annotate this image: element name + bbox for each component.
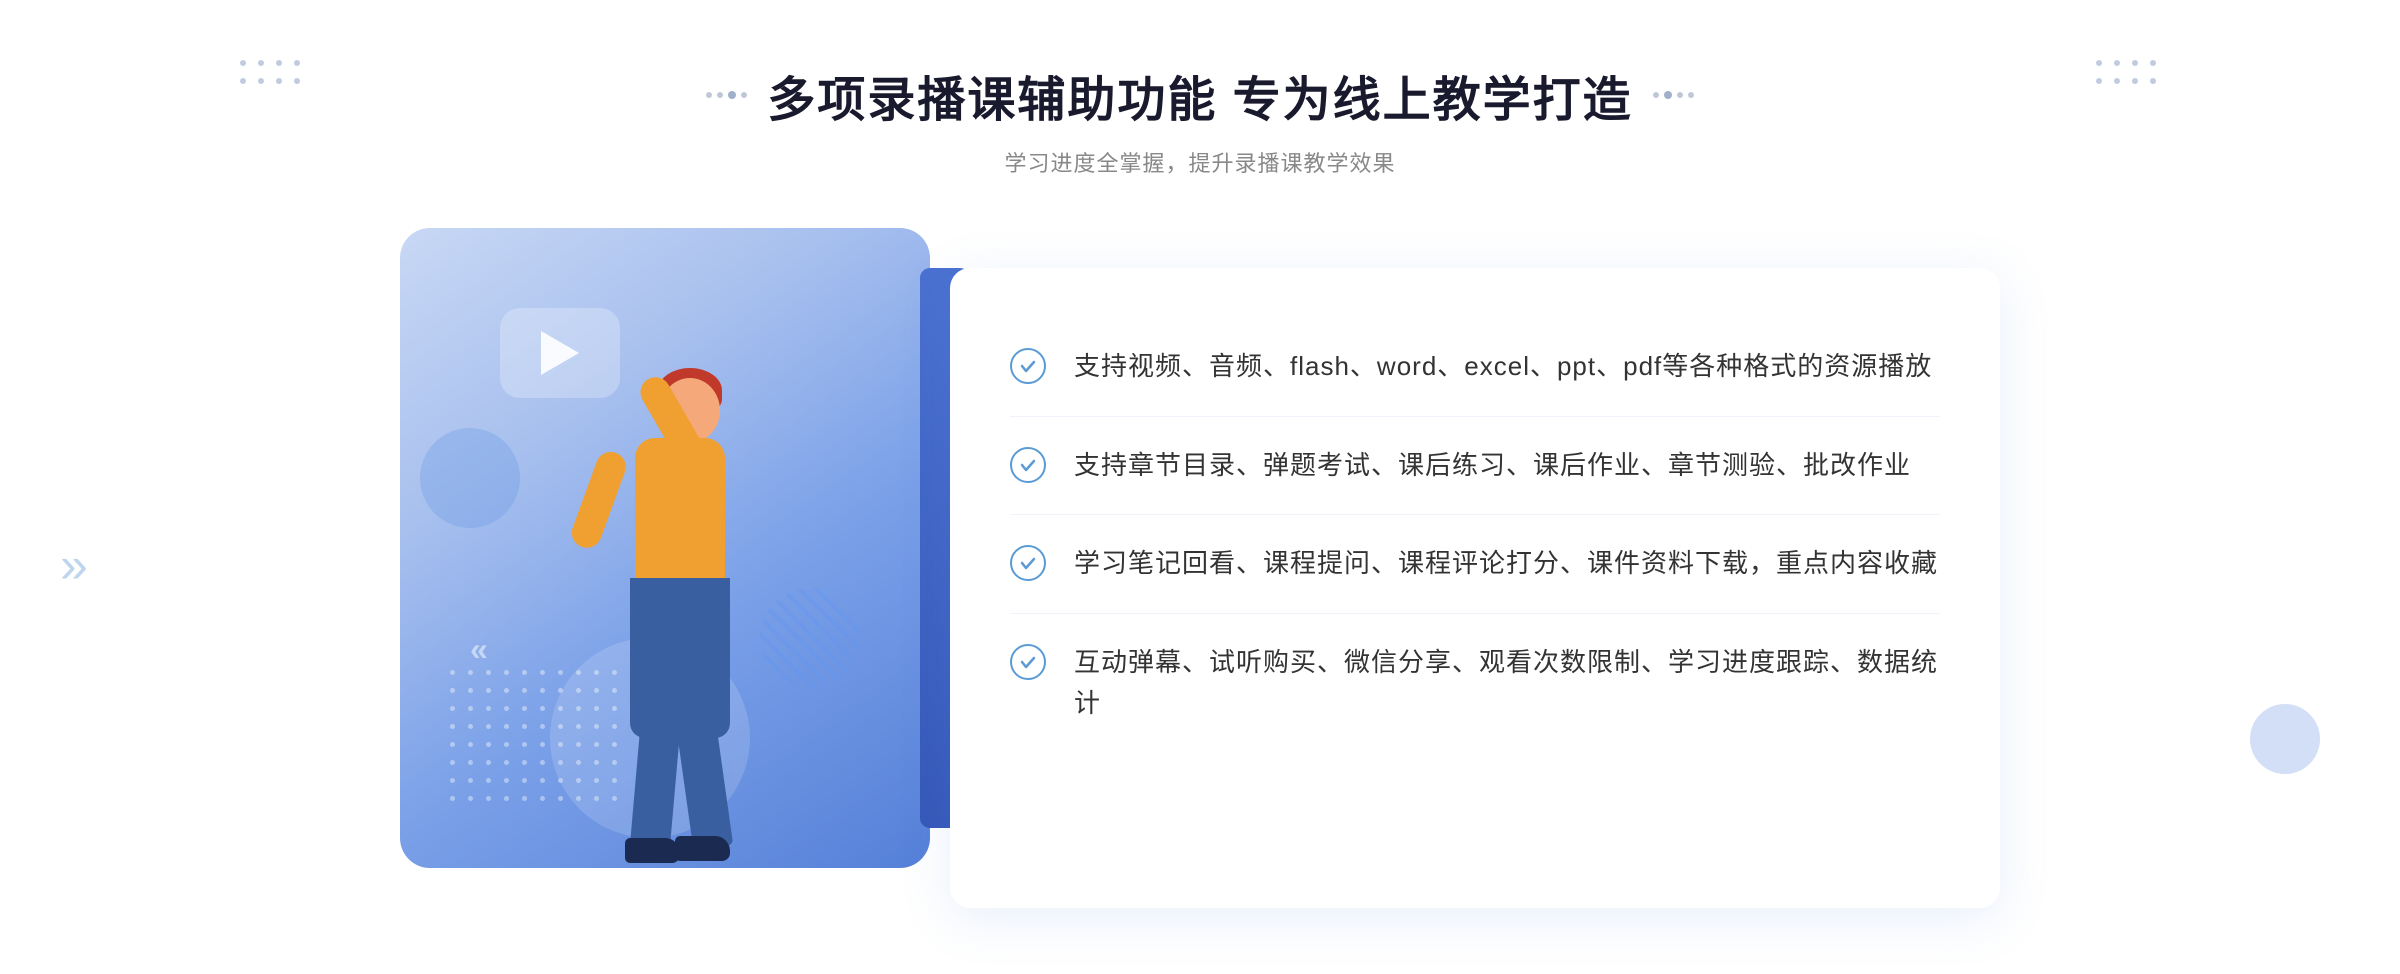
person-leg-left xyxy=(630,726,680,849)
check-circle-icon-2 xyxy=(1010,447,1046,483)
checkmark-svg-1 xyxy=(1018,356,1038,376)
top-left-decoration xyxy=(240,60,304,88)
feature-text-1: 支持视频、音频、flash、word、excel、ppt、pdf等各种格式的资源… xyxy=(1074,346,1932,388)
chevron-left-icon: » xyxy=(60,536,88,594)
title-dots-right xyxy=(1653,91,1694,99)
features-panel: 支持视频、音频、flash、word、excel、ppt、pdf等各种格式的资源… xyxy=(950,268,2000,908)
person-figure xyxy=(520,348,800,898)
feature-item-2: 支持章节目录、弹题考试、课后练习、课后作业、章节测验、批改作业 xyxy=(1010,417,1940,516)
feature-item-1: 支持视频、音频、flash、word、excel、ppt、pdf等各种格式的资源… xyxy=(1010,318,1940,417)
small-circle-decoration xyxy=(420,428,520,528)
content-area: « xyxy=(400,228,2000,908)
title-dots-left xyxy=(706,91,747,99)
check-circle-icon-3 xyxy=(1010,545,1046,581)
title-row: 多项录播课辅助功能 专为线上教学打造 xyxy=(706,60,1693,130)
checkmark-svg-4 xyxy=(1018,652,1038,672)
page-subtitle: 学习进度全掌握，提升录播课教学效果 xyxy=(706,146,1693,178)
check-circle-icon-1 xyxy=(1010,348,1046,384)
check-circle-icon-4 xyxy=(1010,644,1046,680)
page-wrapper: » 多项录播课辅助功能 专为线上教学打造 学习进度全掌握，提升录播课教学效果 xyxy=(0,0,2400,974)
person-arm-left xyxy=(568,448,630,552)
person-leg-right xyxy=(677,726,733,850)
person-shoe-left xyxy=(625,838,680,863)
person-body xyxy=(635,438,725,598)
feature-text-3: 学习笔记回看、课程提问、课程评论打分、课件资料下载，重点内容收藏 xyxy=(1074,543,1938,585)
feature-item-3: 学习笔记回看、课程提问、课程评论打分、课件资料下载，重点内容收藏 xyxy=(1010,515,1940,614)
illustration-chevrons-icon: « xyxy=(470,631,488,668)
person-pants xyxy=(630,578,730,738)
top-right-decoration xyxy=(2096,60,2160,88)
checkmark-svg-2 xyxy=(1018,455,1038,475)
illustration-panel: « xyxy=(400,228,980,908)
feature-text-2: 支持章节目录、弹题考试、课后练习、课后作业、章节测验、批改作业 xyxy=(1074,445,1911,487)
feature-text-4: 互动弹幕、试听购买、微信分享、观看次数限制、学习进度跟踪、数据统计 xyxy=(1074,642,1940,725)
feature-item-4: 互动弹幕、试听购买、微信分享、观看次数限制、学习进度跟踪、数据统计 xyxy=(1010,614,1940,753)
page-title: 多项录播课辅助功能 专为线上教学打造 xyxy=(767,60,1632,130)
checkmark-svg-3 xyxy=(1018,553,1038,573)
right-circle-decoration xyxy=(2250,704,2320,774)
person-shoe-right xyxy=(675,836,730,861)
header-section: 多项录播课辅助功能 专为线上教学打造 学习进度全掌握，提升录播课教学效果 xyxy=(706,60,1693,178)
